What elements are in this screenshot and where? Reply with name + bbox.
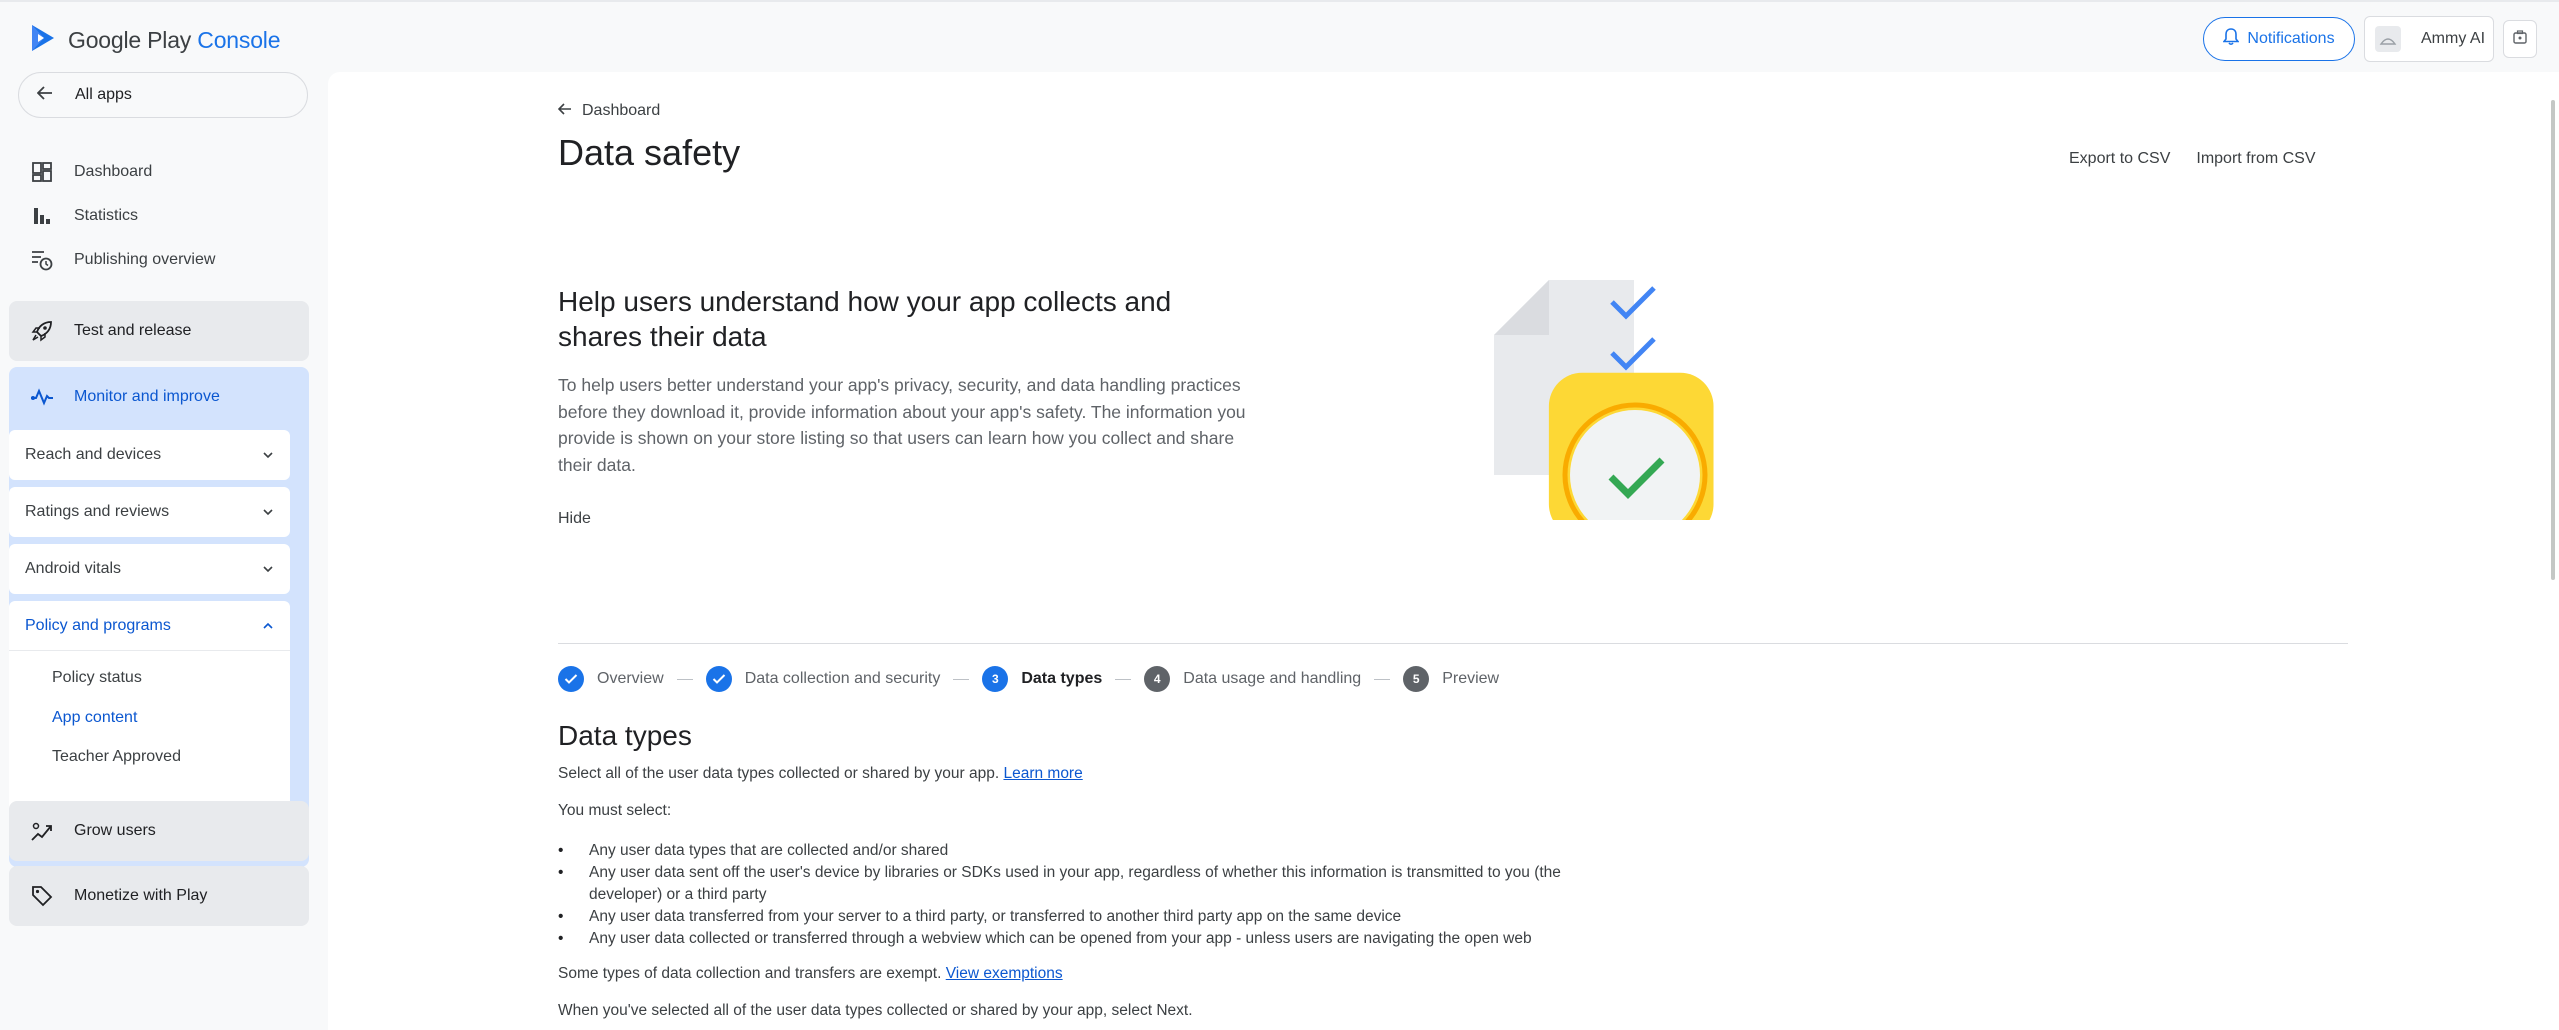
dashboard-icon bbox=[30, 160, 54, 184]
account-menu-button[interactable] bbox=[2503, 20, 2537, 58]
step-preview[interactable]: 5 Preview bbox=[1403, 666, 1499, 692]
scrollbar[interactable] bbox=[2547, 88, 2559, 1030]
vitals-pulse-icon bbox=[30, 385, 54, 409]
sidebar-item-label: Statistics bbox=[74, 207, 139, 224]
briefcase-icon bbox=[2512, 29, 2528, 50]
play-console-logo[interactable]: Google Play Console bbox=[30, 24, 280, 57]
all-apps-label: All apps bbox=[75, 86, 132, 103]
sidebar-section-label: Monitor and improve bbox=[74, 388, 220, 405]
step-data-collection[interactable]: Data collection and security bbox=[705, 666, 941, 692]
step-connector bbox=[1374, 678, 1391, 680]
sidebar-item-teacher-approved[interactable]: Teacher Approved bbox=[52, 748, 181, 766]
sidebar: All apps Dashboard Statistics Publishing… bbox=[0, 72, 320, 1030]
chevron-up-icon bbox=[262, 617, 274, 635]
page-title: Data safety bbox=[558, 132, 741, 173]
all-apps-button[interactable]: All apps bbox=[18, 72, 308, 118]
chevron-down-icon bbox=[262, 560, 274, 578]
sidebar-item-label: Publishing overview bbox=[74, 251, 216, 268]
top-bar: Google Play Console Notifications Ammy A… bbox=[0, 0, 2559, 72]
step-overview[interactable]: Overview bbox=[558, 666, 664, 692]
sidebar-item-dashboard[interactable]: Dashboard bbox=[30, 160, 152, 184]
scrollbar-thumb[interactable] bbox=[2551, 100, 2555, 580]
step-data-types[interactable]: 3 Data types bbox=[982, 666, 1102, 692]
next-instruction-text: When you've selected all of the user dat… bbox=[558, 1002, 1193, 1019]
list-item: Any user data collected or transferred t… bbox=[558, 928, 1588, 950]
sidebar-section-label: Grow users bbox=[74, 822, 156, 839]
arrow-back-icon bbox=[557, 102, 572, 120]
step-label: Data usage and handling bbox=[1183, 670, 1362, 687]
sidebar-item-ratings-reviews[interactable]: Ratings and reviews bbox=[9, 487, 290, 537]
step-connector bbox=[1115, 678, 1132, 680]
section-title: Data types bbox=[558, 720, 692, 751]
account-name: Ammy AI bbox=[2421, 30, 2486, 47]
step-number: 3 bbox=[982, 666, 1009, 692]
sidebar-section-monetize[interactable]: Monetize with Play bbox=[9, 866, 309, 926]
rocket-icon bbox=[30, 319, 54, 343]
data-safety-illustration bbox=[1494, 280, 1724, 548]
view-exemptions-link[interactable]: View exemptions bbox=[946, 965, 1063, 982]
step-label: Preview bbox=[1442, 670, 1500, 687]
exempt-text: Some types of data collection and transf… bbox=[558, 965, 1063, 982]
sidebar-item-label: Policy and programs bbox=[25, 616, 171, 634]
export-csv-button[interactable]: Export to CSV bbox=[2069, 150, 2170, 168]
step-number: 4 bbox=[1144, 666, 1171, 692]
bar-chart-icon bbox=[30, 204, 54, 228]
notifications-button[interactable]: Notifications bbox=[2203, 17, 2355, 61]
sidebar-section-label: Monetize with Play bbox=[74, 887, 208, 904]
requirements-list: Any user data types that are collected a… bbox=[558, 840, 1588, 950]
sidebar-item-policy-status[interactable]: Policy status bbox=[52, 669, 142, 687]
hide-help-button[interactable]: Hide bbox=[558, 510, 591, 528]
sidebar-item-android-vitals[interactable]: Android vitals bbox=[9, 544, 290, 594]
step-connector bbox=[953, 678, 970, 680]
sidebar-item-publishing-overview[interactable]: Publishing overview bbox=[30, 248, 215, 272]
bell-icon bbox=[2222, 27, 2241, 51]
progress-stepper: Overview Data collection and security 3 … bbox=[558, 666, 1499, 692]
step-data-usage[interactable]: 4 Data usage and handling bbox=[1144, 666, 1361, 692]
sidebar-section-grow-users[interactable]: Grow users bbox=[9, 801, 309, 861]
chevron-down-icon bbox=[262, 446, 274, 464]
notifications-label: Notifications bbox=[2247, 30, 2335, 47]
step-connector bbox=[676, 678, 693, 680]
check-icon bbox=[558, 666, 584, 692]
sidebar-item-label: Ratings and reviews bbox=[25, 503, 170, 520]
arrow-back-icon bbox=[36, 85, 53, 105]
policy-programs-header[interactable]: Policy and programs bbox=[9, 601, 290, 651]
must-select-text: You must select: bbox=[558, 802, 672, 819]
list-item: Any user data transferred from your serv… bbox=[558, 906, 1588, 928]
section-divider bbox=[558, 643, 2348, 644]
list-item: Any user data sent off the user's device… bbox=[558, 862, 1588, 906]
sidebar-section-label: Test and release bbox=[74, 322, 192, 339]
step-label: Data types bbox=[1021, 670, 1103, 687]
sidebar-item-label: Reach and devices bbox=[25, 446, 162, 463]
grow-users-icon bbox=[30, 819, 54, 843]
learn-more-link[interactable]: Learn more bbox=[1003, 765, 1082, 782]
account-switcher[interactable]: Ammy AI bbox=[2364, 16, 2494, 62]
sidebar-item-reach-devices[interactable]: Reach and devices bbox=[9, 430, 290, 480]
sidebar-item-app-content[interactable]: App content bbox=[52, 709, 137, 727]
main-content: Dashboard Data safety Export to CSV Impo… bbox=[328, 72, 2559, 1030]
step-label: Data collection and security bbox=[744, 670, 941, 687]
monitor-improve-header[interactable]: Monitor and improve bbox=[9, 367, 309, 427]
help-panel-title: Help users understand how your app colle… bbox=[558, 286, 1172, 352]
sidebar-item-label: Android vitals bbox=[25, 560, 122, 577]
developer-avatar bbox=[2375, 26, 2401, 52]
play-logo-icon bbox=[30, 24, 56, 57]
import-csv-button[interactable]: Import from CSV bbox=[2196, 150, 2315, 168]
sidebar-item-statistics[interactable]: Statistics bbox=[30, 204, 138, 228]
price-tag-icon bbox=[30, 884, 54, 908]
csv-actions: Export to CSV Import from CSV bbox=[2069, 150, 2316, 168]
sidebar-item-label: Dashboard bbox=[74, 163, 153, 180]
step-number: 5 bbox=[1403, 666, 1430, 692]
back-link-label: Dashboard bbox=[582, 102, 661, 119]
sidebar-section-test-release[interactable]: Test and release bbox=[9, 301, 309, 361]
step-label: Overview bbox=[597, 670, 664, 687]
product-name: Google Play Console bbox=[68, 27, 281, 53]
check-icon bbox=[705, 666, 732, 692]
chevron-down-icon bbox=[262, 503, 274, 521]
intro-text: Select all of the user data types collec… bbox=[558, 765, 1083, 782]
back-to-dashboard-link[interactable]: Dashboard bbox=[557, 102, 661, 120]
help-panel-body: To help users better understand your app… bbox=[558, 375, 1246, 475]
publishing-schedule-icon bbox=[30, 248, 54, 272]
list-item: Any user data types that are collected a… bbox=[558, 840, 1588, 862]
